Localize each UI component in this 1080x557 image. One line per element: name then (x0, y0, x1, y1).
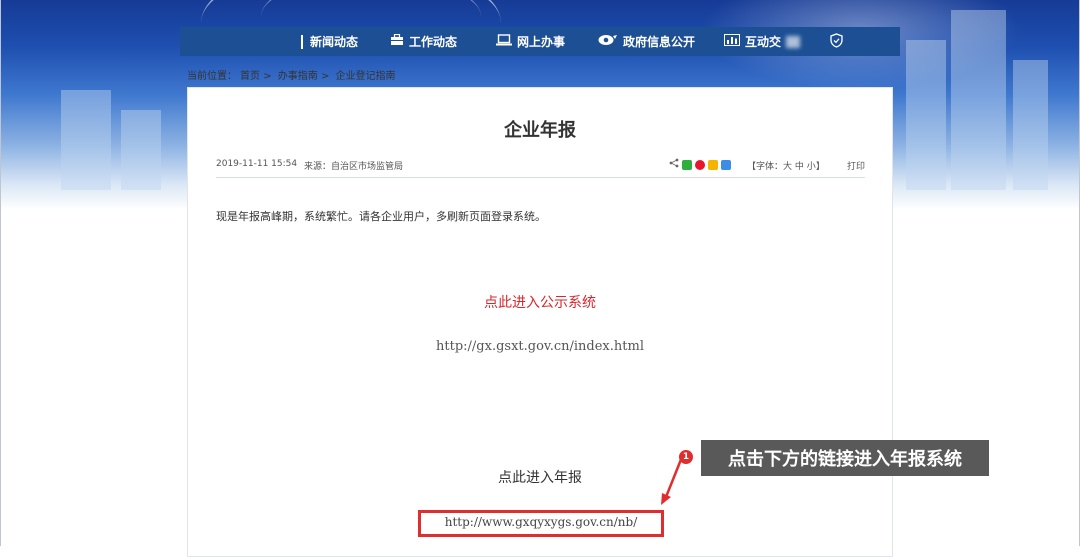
blurred-text (786, 36, 800, 48)
briefcase-icon (390, 33, 404, 49)
eye-icon (598, 34, 618, 49)
breadcrumb-prefix: 当前位置： (187, 71, 237, 82)
print-button[interactable]: 打印 (847, 159, 865, 172)
font-size-large[interactable]: 大 (783, 162, 792, 172)
breadcrumb-separator: > (263, 71, 272, 82)
callout-label: 点击下方的链接进入年报系统 (701, 440, 989, 476)
breadcrumb-registration-link[interactable]: 企业登记指南 (336, 71, 396, 82)
font-size-medium[interactable]: 中 (795, 162, 804, 172)
banner-building (951, 10, 1006, 190)
banner-building (61, 90, 111, 190)
article-meta: 2019-11-11 15:54 来源：自治区市场监管局 【字体：大 中 小】 … (216, 158, 865, 175)
callout-arrow (661, 456, 684, 505)
breadcrumb: 当前位置： 首页 > 办事指南 > 企业登记指南 (187, 67, 396, 82)
font-size-suffix: 】 (815, 162, 825, 172)
shield-icon[interactable] (829, 33, 844, 52)
font-size-prefix: 【字体： (747, 162, 784, 172)
notice-text: 现是年报高峰期，系统繁忙。请各企业用户，多刷新页面登录系统。 (216, 210, 546, 223)
nav-divider (301, 35, 303, 49)
share-bar (669, 158, 731, 171)
nav-item-gov-info[interactable]: 政府信息公开 (598, 27, 695, 56)
step-number-badge: 1 (679, 450, 693, 464)
banner-building (121, 110, 161, 190)
nav-item-interaction[interactable]: 互动交 (724, 27, 781, 56)
annual-report-url[interactable]: http://www.gxqyxygs.gov.cn/nb/ (418, 515, 664, 529)
meta-divider (216, 177, 865, 178)
nav-item-label: 工作动态 (409, 35, 458, 49)
font-size-control: 【字体：大 中 小】 (747, 159, 825, 172)
nav-item-news[interactable]: 新闻动态 (310, 27, 358, 56)
weibo-icon[interactable] (695, 159, 705, 170)
banner-building (906, 40, 946, 190)
banner-building (1013, 60, 1048, 190)
nav-item-label: 政府信息公开 (623, 35, 696, 49)
bar-chart-icon (724, 34, 740, 49)
font-size-small[interactable]: 小 (807, 162, 816, 172)
laptop-icon (496, 34, 512, 49)
nav-item-label: 网上办事 (517, 35, 566, 49)
breadcrumb-home-link[interactable]: 首页 (240, 71, 260, 82)
qq-icon[interactable] (721, 159, 731, 170)
publish-date: 2019-11-11 15:54 (216, 159, 298, 169)
wechat-icon[interactable] (682, 159, 692, 170)
page-title: 企业年报 (504, 120, 576, 141)
breadcrumb-separator: > (320, 71, 330, 82)
nav-item-online-service[interactable]: 网上办事 (496, 27, 565, 56)
breadcrumb-guide-link[interactable]: 办事指南 (278, 71, 318, 82)
share-icon[interactable] (669, 158, 679, 171)
qzone-icon[interactable] (708, 159, 718, 170)
article-source: 来源：自治区市场监管局 (304, 162, 404, 172)
nav-item-label: 互动交 (745, 35, 782, 49)
public-system-link[interactable]: 点此进入公示系统 (187, 292, 893, 312)
public-system-url[interactable]: http://gx.gsxt.gov.cn/index.html (187, 339, 893, 354)
nav-item-label: 新闻动态 (310, 35, 359, 49)
nav-item-work[interactable]: 工作动态 (390, 27, 457, 56)
